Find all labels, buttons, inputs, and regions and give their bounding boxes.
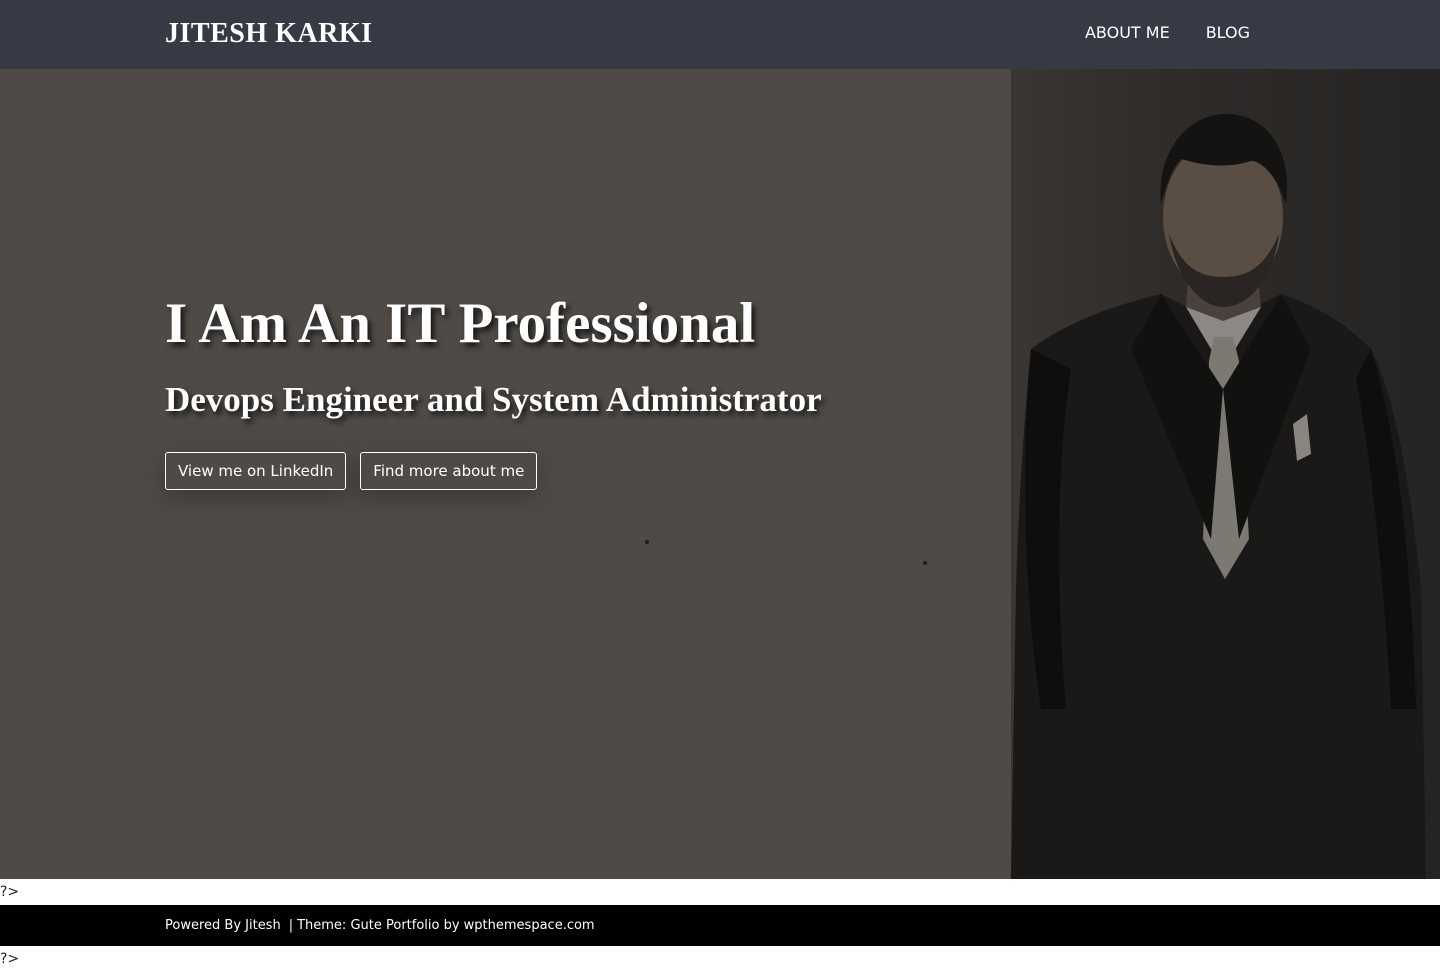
main-nav: ABOUT ME BLOG xyxy=(1085,22,1250,44)
site-title[interactable]: JITESH KARKI xyxy=(165,16,373,52)
particle-dot xyxy=(923,561,927,565)
powered-by-link[interactable]: Powered By Jitesh xyxy=(165,918,281,933)
particle-dot xyxy=(645,540,649,544)
nav-item-blog[interactable]: BLOG xyxy=(1206,22,1250,44)
find-more-about-me-button[interactable]: Find more about me xyxy=(360,452,538,490)
hero-buttons: View me on LinkedIn Find more about me xyxy=(165,452,538,490)
stray-php-tag: ?> xyxy=(0,884,20,900)
person-in-suit-image xyxy=(1011,114,1426,879)
hero-section: I Am An IT Professional Devops Engineer … xyxy=(0,69,1440,879)
stray-php-tag-bottom: ?> xyxy=(0,951,20,967)
footer-credits: Powered By Jitesh | Theme: Gute Portfolio … xyxy=(165,916,595,935)
view-linkedin-button[interactable]: View me on LinkedIn xyxy=(165,452,347,490)
theme-credit-link[interactable]: Theme: Gute Portfolio by wpthemespace.co… xyxy=(297,918,595,933)
profile-photo xyxy=(1011,69,1440,879)
hero-title: I Am An IT Professional xyxy=(165,292,756,355)
nav-item-about-me[interactable]: ABOUT ME xyxy=(1085,22,1170,44)
site-header: JITESH KARKI ABOUT ME BLOG xyxy=(0,0,1440,69)
site-footer: Powered By Jitesh | Theme: Gute Portfolio … xyxy=(0,905,1440,946)
footer-separator: | xyxy=(288,918,294,933)
hero-subtitle: Devops Engineer and System Administrator xyxy=(165,380,822,419)
